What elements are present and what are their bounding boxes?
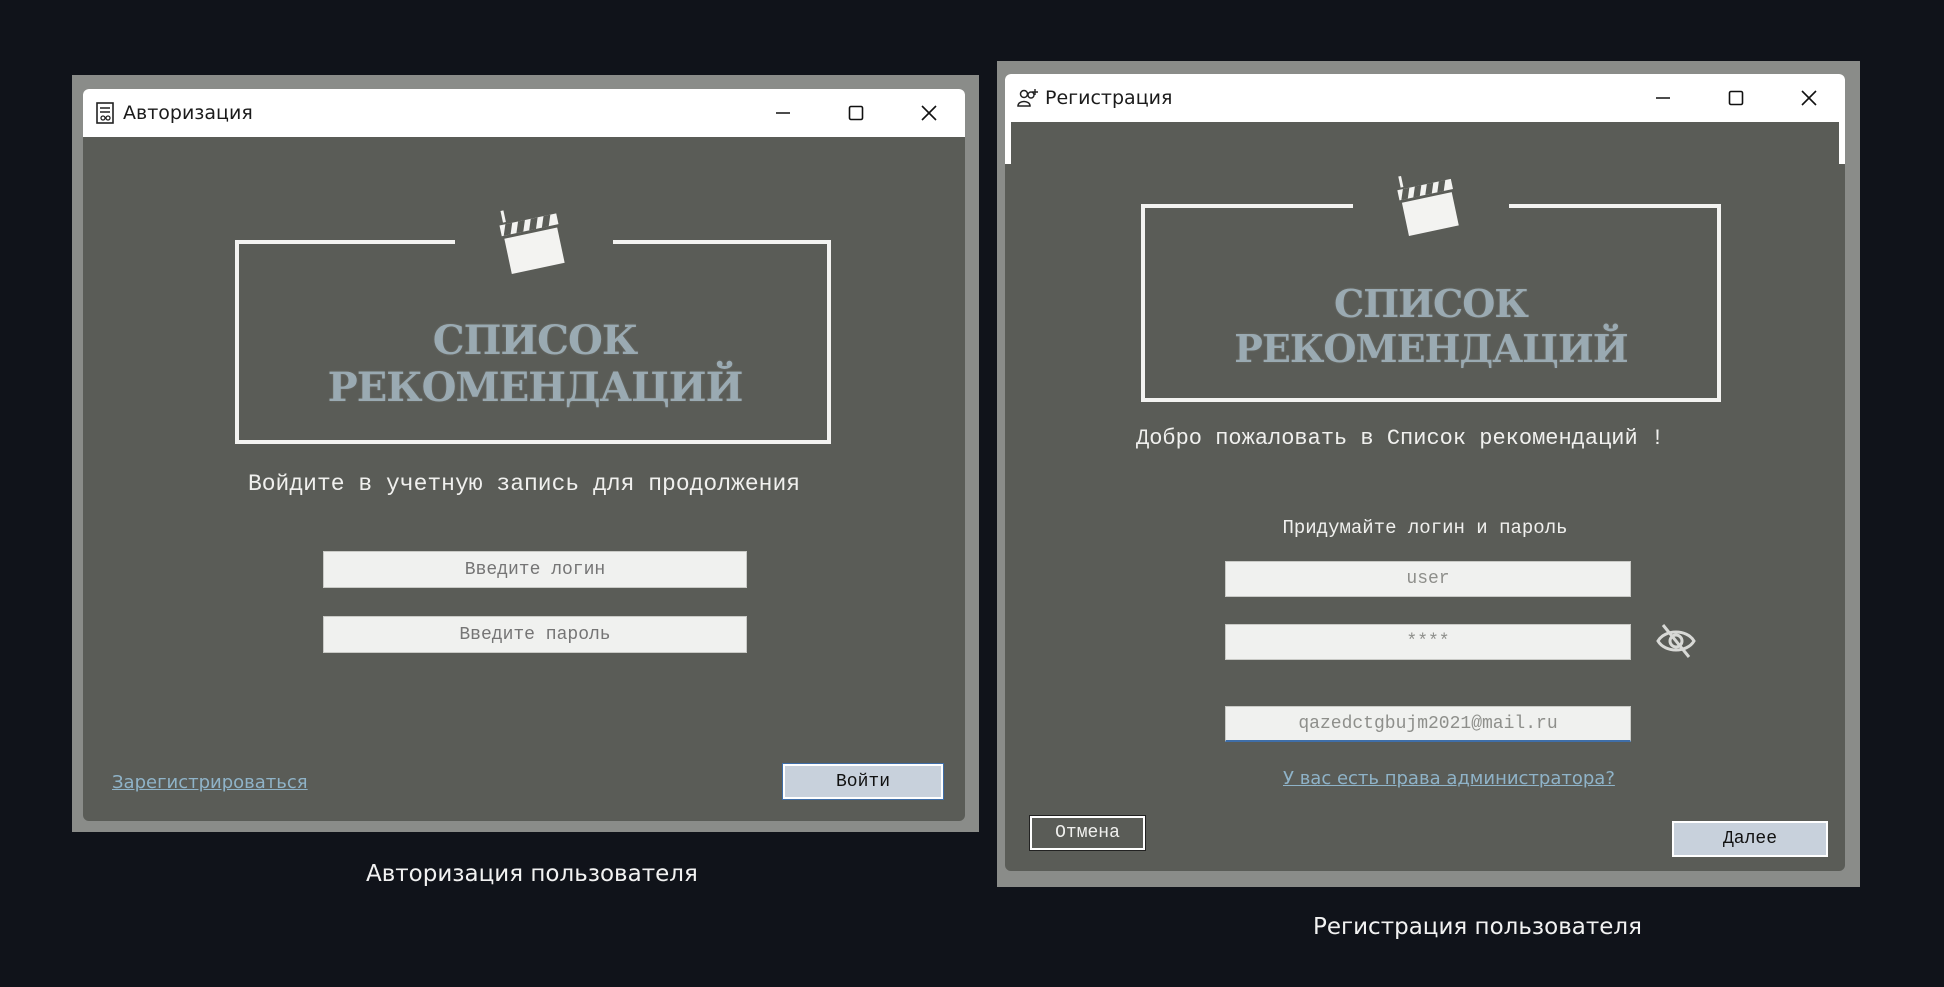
inner-panel-edge-right [1839,122,1845,164]
login-window: Авторизация СПИСОК РЕКОМЕНДАЦИЙ Войдите … [83,89,965,821]
maximize-icon[interactable] [1699,74,1772,122]
next-button[interactable]: Далее [1672,821,1828,857]
clapperboard-icon [497,203,567,279]
email-field[interactable]: qazedctgbujm2021@mail.ru [1225,706,1631,742]
close-icon[interactable] [1772,74,1845,122]
minimize-icon[interactable] [746,89,819,137]
login-heading: Войдите в учетную запись для продолжения [247,471,801,497]
clapperboard-icon [1395,169,1461,241]
app-logo: СПИСОК РЕКОМЕНДАЦИЙ [235,203,835,444]
maximize-icon[interactable] [819,89,892,137]
register-caption: Регистрация пользователя [1313,914,1642,940]
register-link[interactable]: Зарегистрироваться [112,772,308,793]
cancel-button[interactable]: Отмена [1029,815,1146,851]
users-icon [1017,87,1039,109]
register-window-title: Регистрация [1045,87,1173,109]
login-button[interactable]: Войти [782,763,944,800]
close-icon[interactable] [892,89,965,137]
credentials-prompt: Придумайте логин и пароль [1282,517,1568,539]
welcome-text: Добро пожаловать в Список рекомендаций ! [1136,426,1665,451]
eye-off-icon[interactable] [1655,621,1697,665]
register-titlebar: Регистрация [1005,74,1845,122]
password-input[interactable] [323,616,747,653]
username-field[interactable]: user [1225,561,1631,597]
password-field[interactable]: **** [1225,624,1631,660]
admin-rights-link[interactable]: У вас есть права администратора? [1283,768,1615,789]
app-logo: СПИСОК РЕКОМЕНДАЦИЙ [1141,169,1721,402]
login-caption: Авторизация пользователя [366,861,698,887]
register-window: Регистрация СПИСОК РЕКОМЕНДАЦИЙ Добро по… [1005,74,1845,871]
logo-title: СПИСОК РЕКОМЕНДАЦИЙ [1234,281,1628,371]
document-icon [95,102,117,124]
inner-panel-edge-left [1005,122,1011,164]
login-titlebar: Авторизация [83,89,965,137]
logo-title: СПИСОК РЕКОМЕНДАЦИЙ [327,317,744,411]
login-window-title: Авторизация [123,102,253,124]
login-input[interactable] [323,551,747,588]
minimize-icon[interactable] [1626,74,1699,122]
